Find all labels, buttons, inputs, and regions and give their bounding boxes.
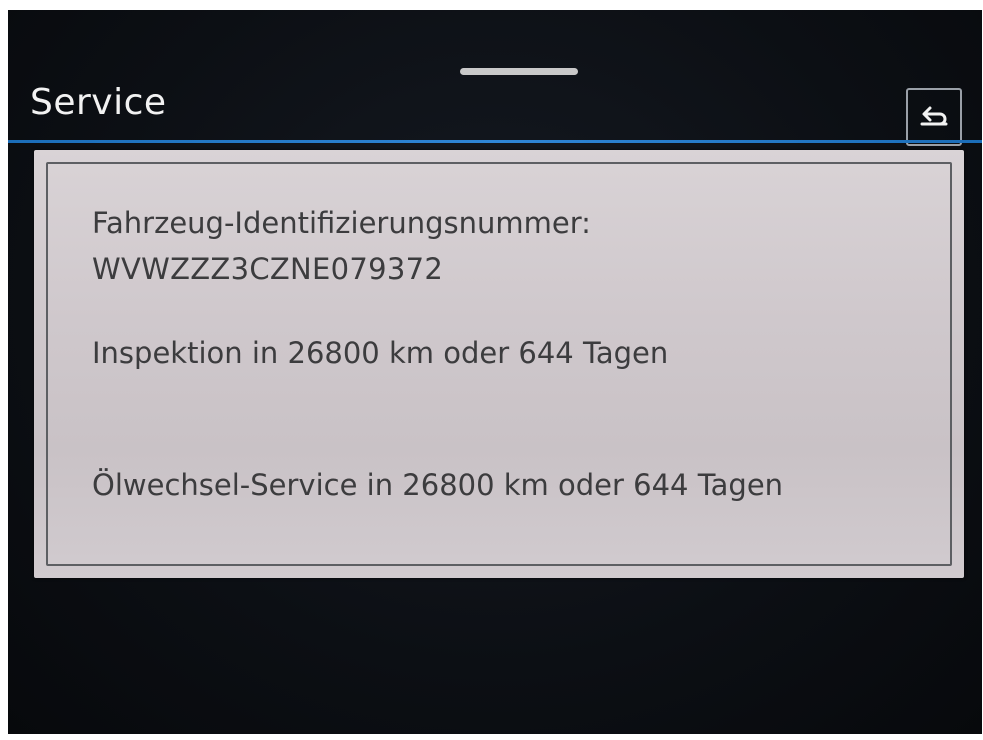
back-arrow-icon (920, 106, 948, 126)
back-button[interactable] (906, 88, 962, 146)
service-info-frame: Fahrzeug-Identifizierungsnummer: WVWZZZ3… (46, 162, 952, 566)
oil-service-due: Ölwechsel-Service in 26800 km oder 644 T… (92, 468, 784, 502)
page-title: Service (30, 82, 167, 123)
vin-value: WVWZZZ3CZNE079372 (92, 252, 444, 286)
infotainment-screen: Service Fahrzeug-Identifizierungsnummer:… (8, 10, 982, 734)
header-divider (8, 140, 982, 143)
service-info-panel: Fahrzeug-Identifizierungsnummer: WVWZZZ3… (34, 150, 964, 578)
pull-down-handle[interactable] (460, 68, 578, 75)
inspection-due: Inspektion in 26800 km oder 644 Tagen (92, 336, 669, 370)
vin-label: Fahrzeug-Identifizierungsnummer: (92, 206, 591, 240)
